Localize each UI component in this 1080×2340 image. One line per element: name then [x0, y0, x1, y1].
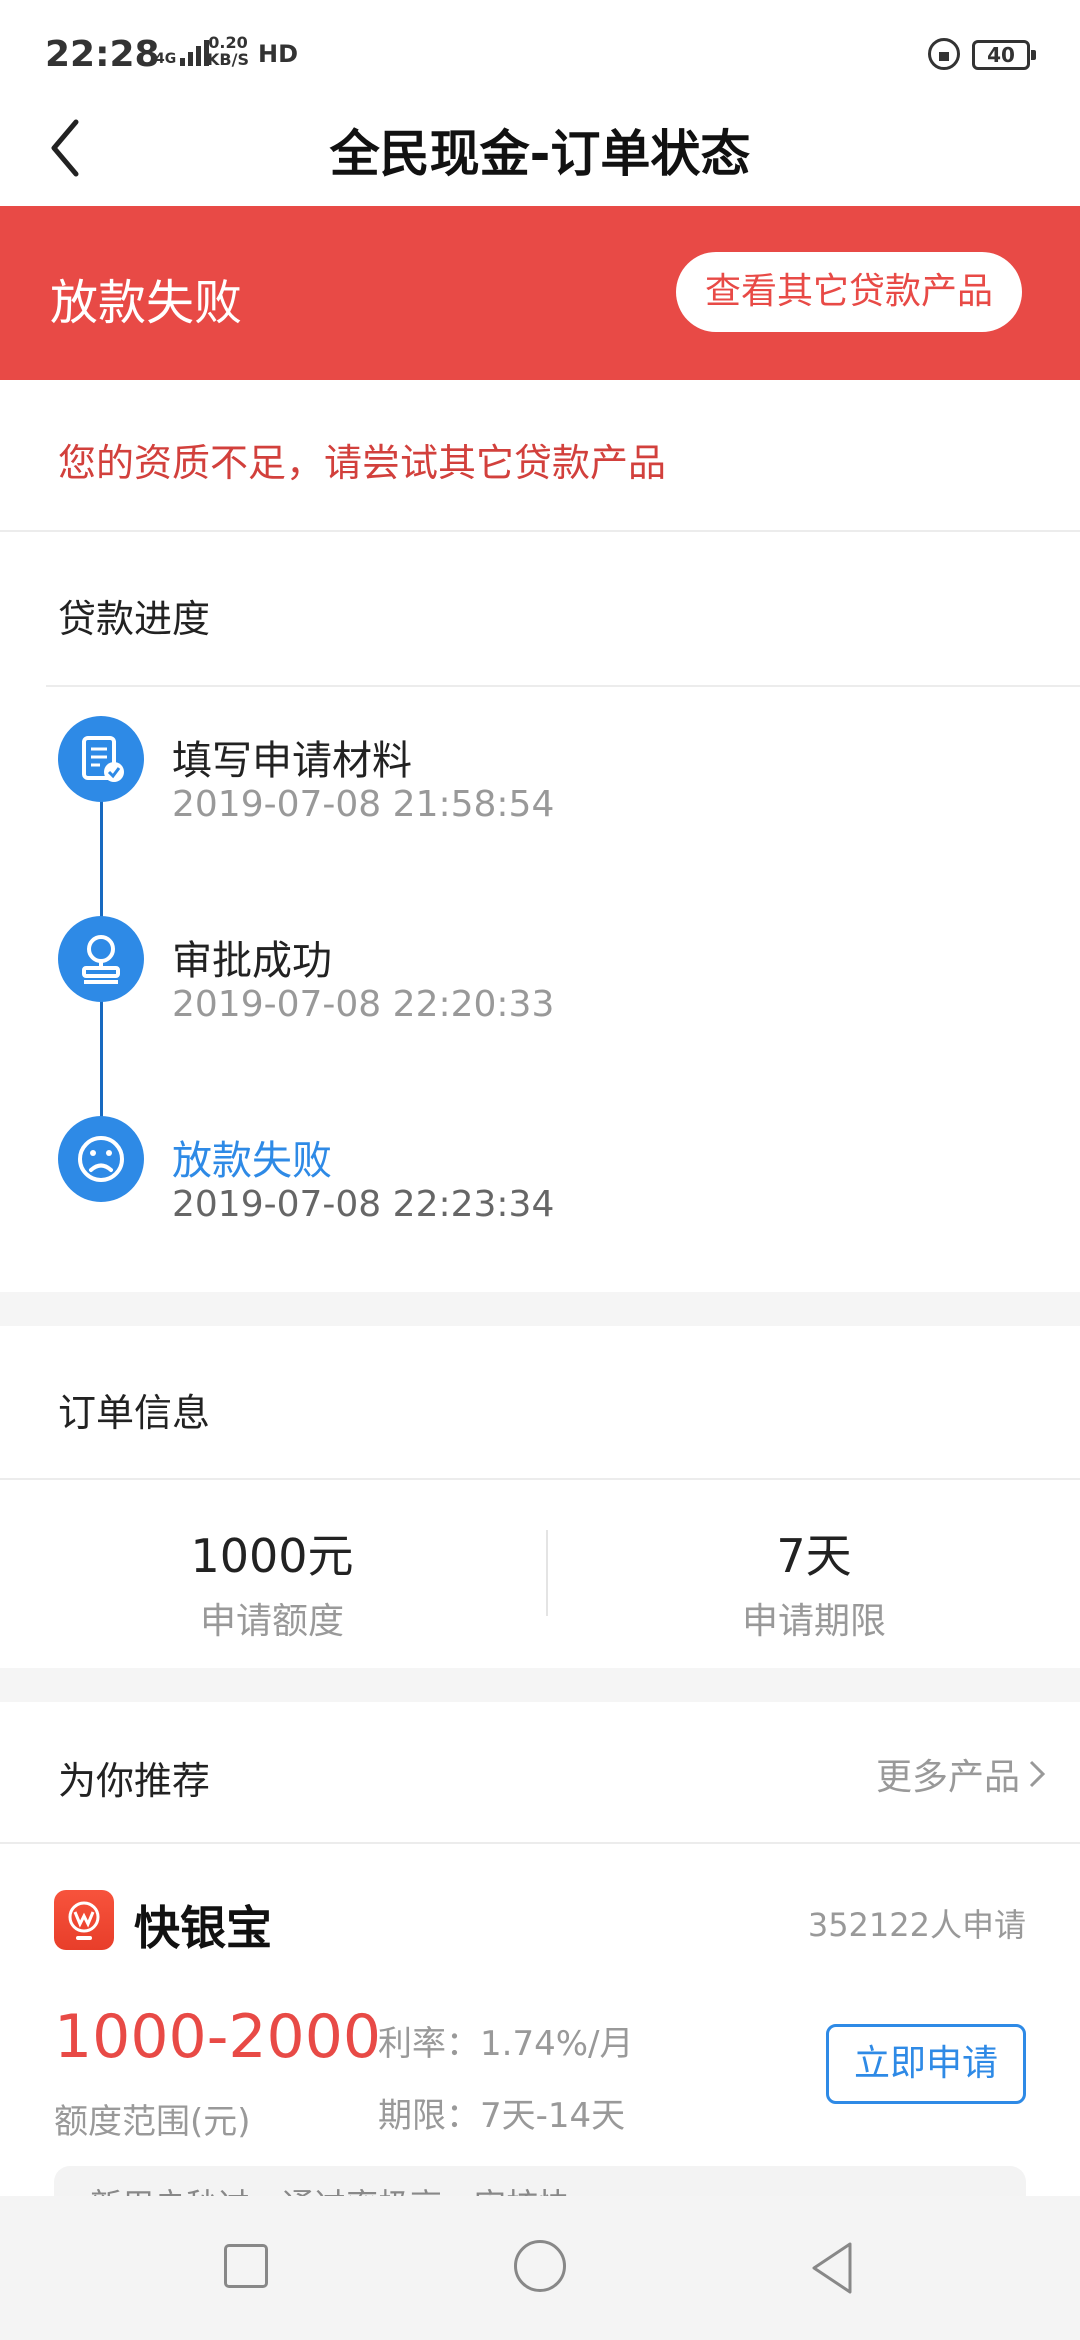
apply-term-label: 申请期限 [741, 1601, 886, 1642]
hd-icon: HD [258, 40, 299, 68]
timeline-step-title: 填写申请材料 [172, 738, 412, 784]
failure-notice: 您的资质不足，请尝试其它贷款产品 [0, 380, 1080, 532]
chevron-right-icon [1029, 1760, 1046, 1788]
timeline-step-time: 2019-07-08 21:58:54 [172, 784, 555, 825]
product-amount-label: 额度范围(元) [54, 2102, 251, 2142]
recent-apps-icon[interactable] [224, 2244, 268, 2288]
battery-icon: 40 [972, 40, 1036, 70]
sad-face-icon [78, 1136, 124, 1182]
system-nav-bar [0, 2196, 1080, 2340]
section-gap [0, 1292, 1080, 1326]
apply-amount-value: 1000元 [190, 1529, 354, 1583]
product-name[interactable]: 快银宝 [134, 1892, 272, 1958]
divider [0, 1478, 1080, 1480]
signal-icon [180, 38, 210, 66]
product-logo-icon [68, 1901, 100, 1940]
timeline-node-approved [58, 916, 144, 1002]
stamp-icon [82, 935, 120, 984]
product-amount-range: 1000-2000 [54, 2002, 382, 2072]
timeline-step-title: 审批成功 [172, 938, 332, 984]
progress-section-title: 贷款进度 [58, 597, 211, 641]
divider [46, 685, 1080, 687]
apply-term-stat: 7天 申请期限 [544, 1520, 1080, 1644]
notice-text: 您的资质不足，请尝试其它贷款产品 [58, 441, 667, 485]
timeline-step-time: 2019-07-08 22:20:33 [172, 984, 555, 1025]
order-info-title: 订单信息 [58, 1391, 211, 1435]
network-indicator: 4G [155, 38, 210, 67]
page-title: 全民现金-订单状态 [329, 125, 751, 183]
product-rate: 利率：1.74%/月 [378, 2024, 634, 2064]
apply-amount-label: 申请额度 [199, 1601, 344, 1642]
product-term: 期限：7天-14天 [378, 2096, 626, 2136]
section-gap [0, 1668, 1080, 1702]
document-check-icon [82, 736, 124, 782]
status-bar: 22:28 4G 0.20 KB/S HD 40 [0, 0, 1080, 90]
timeline-step-title-current: 放款失败 [172, 1138, 332, 1184]
apply-now-button[interactable]: 立即申请 [826, 2024, 1026, 2104]
apply-term-value: 7天 [776, 1529, 852, 1583]
rotation-lock-icon [928, 38, 960, 70]
network-speed: 0.20 KB/S [207, 33, 249, 69]
status-time: 22:28 [45, 34, 160, 75]
timeline-node-failed [58, 1116, 144, 1202]
nav-back-icon[interactable] [808, 2240, 856, 2296]
recommend-title: 为你推荐 [58, 1759, 211, 1803]
status-banner: 放款失败 查看其它贷款产品 [0, 206, 1080, 380]
product-logo [54, 1890, 114, 1950]
product-applicants: 352122人申请 [807, 1906, 1026, 1944]
network-type: 4G [155, 51, 177, 67]
view-other-products-button[interactable]: 查看其它贷款产品 [676, 252, 1022, 332]
more-products-label: 更多产品 [875, 1757, 1020, 1798]
loan-status-text: 放款失败 [50, 275, 243, 331]
timeline-step-time: 2019-07-08 22:23:34 [172, 1184, 555, 1225]
app-header: 全民现金-订单状态 [0, 90, 1080, 206]
apply-amount-stat: 1000元 申请额度 [2, 1520, 542, 1644]
divider [0, 1842, 1080, 1844]
home-icon[interactable] [514, 2240, 566, 2292]
timeline-node-submit [58, 716, 144, 802]
more-products-link[interactable]: 更多产品 [876, 1748, 1046, 1800]
